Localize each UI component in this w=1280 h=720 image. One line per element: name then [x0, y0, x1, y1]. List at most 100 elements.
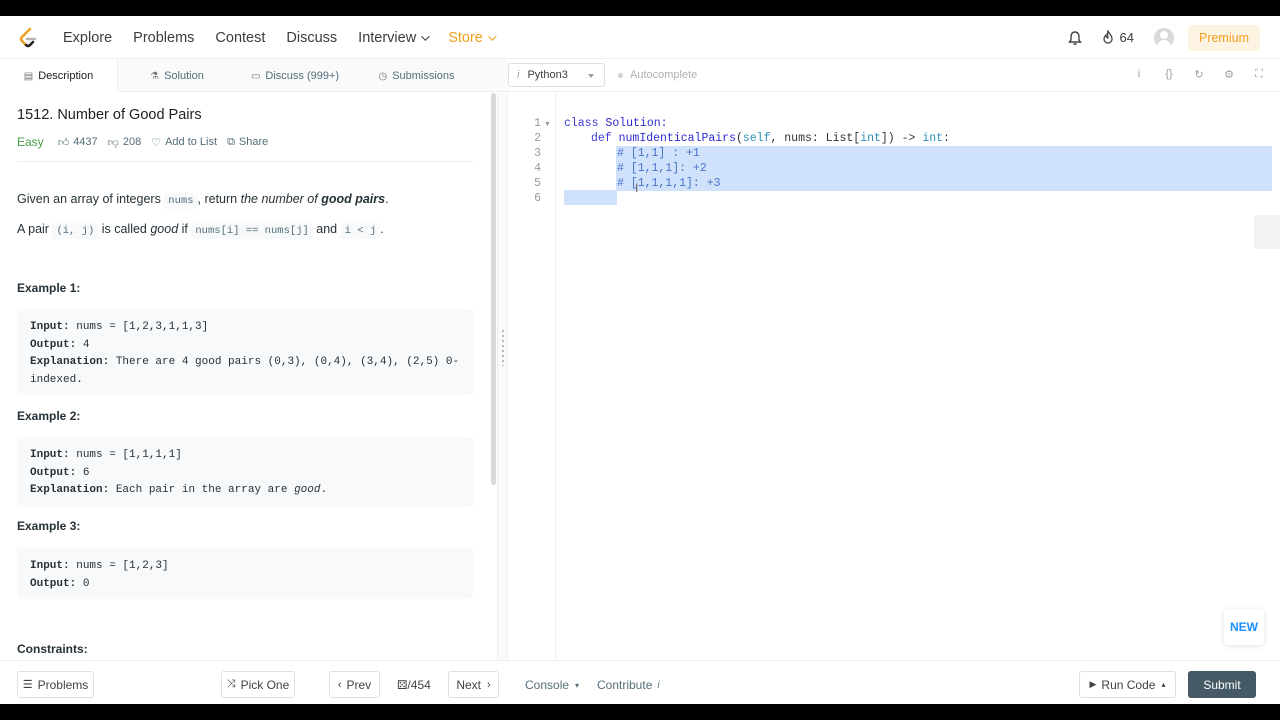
toggle-dot-icon	[618, 72, 623, 78]
example-2-output: Output: 6	[30, 465, 460, 483]
leetcode-logo-icon[interactable]	[18, 27, 38, 49]
bottom-bar: ☰ Problems ⤨ Pick One ‹ Prev ⚄/454 Next › Co…	[0, 660, 1280, 704]
contribute-button[interactable]: Contribute i	[597, 678, 660, 692]
self-param: self	[742, 132, 771, 145]
example-2-heading: Example 2:	[17, 409, 81, 423]
info-icon[interactable]: i	[1132, 68, 1146, 81]
nav-interview[interactable]: Interview	[358, 29, 430, 46]
description-scrollbar[interactable]	[491, 93, 496, 485]
fullscreen-icon[interactable]: ⛶	[1252, 68, 1266, 81]
run-code-button[interactable]: ▶ Run Code ▴	[1079, 671, 1176, 698]
like-button[interactable]: 👍︎ 4437	[58, 136, 98, 149]
example-3-output: Output: 0	[30, 576, 460, 594]
example-1-explanation: Explanation: There are 4 good pairs (0,3…	[30, 354, 460, 372]
strong-emphasis-text: good pairs	[321, 192, 386, 206]
problems-list-button[interactable]: ☰ Problems	[17, 671, 94, 698]
emphasis-text: good	[150, 222, 179, 236]
tab-discuss[interactable]: ▭ Discuss (999+)	[236, 60, 354, 92]
function-name: numIdenticalPairs	[618, 132, 736, 145]
next-button[interactable]: Next ›	[448, 671, 499, 698]
heart-icon: ♡	[151, 136, 162, 149]
tab-description-label: Description	[38, 70, 94, 82]
code-editor[interactable]: 1 ▼ 2 3 4 5 6 class Solution: def numIde…	[508, 93, 1280, 676]
code-line-1: class Solution:	[564, 117, 668, 130]
autocomplete-toggle[interactable]: Autocomplete	[618, 69, 697, 81]
label: Output:	[30, 338, 77, 351]
example-2-explanation: Explanation: Each pair in the array are …	[30, 482, 460, 500]
label: Input:	[30, 321, 70, 333]
fold-arrow-icon[interactable]: ▼	[544, 121, 551, 128]
document-icon: ▤	[23, 70, 34, 82]
nav-store[interactable]: Store	[448, 30, 497, 46]
contribute-label: Contribute	[597, 678, 653, 692]
shuffle-icon: ⤨	[226, 678, 236, 690]
example-3-block: Input: nums = [1,2,3] Output: 0	[17, 548, 473, 599]
language-label: Python3	[527, 69, 568, 81]
line-number: 1	[534, 117, 541, 130]
caret-down-icon	[588, 74, 594, 78]
constraints-heading: Constraints:	[17, 642, 88, 656]
value: There are 4 good pairs (0,3), (0,4), (3,…	[115, 356, 460, 369]
console-label: Console	[525, 678, 570, 692]
tab-submissions[interactable]: ◷ Submissions	[354, 60, 479, 92]
difficulty-badge: Easy	[17, 135, 44, 149]
add-to-list-button[interactable]: ♡ Add to List	[151, 136, 217, 149]
code-text: :	[943, 132, 950, 145]
page-indicator[interactable]: ⚄/454	[397, 678, 431, 692]
code-line-5: # [1,1,1,1]: +3	[617, 177, 721, 190]
new-badge-button[interactable]: NEW	[1224, 609, 1264, 645]
autocomplete-label: Autocomplete	[630, 69, 698, 81]
keyword: class	[564, 117, 599, 130]
pick-one-label: Pick One	[240, 677, 290, 692]
premium-button[interactable]: Premium	[1187, 24, 1260, 51]
divider	[17, 161, 473, 162]
nav-problems[interactable]: Problems	[133, 30, 194, 46]
code-text: , nums: List[	[770, 132, 861, 145]
line-number: 2	[534, 132, 541, 145]
nav-contest[interactable]: Contest	[215, 30, 265, 46]
share-icon: ⧉	[227, 135, 235, 148]
chevron-left-icon: ‹	[337, 678, 342, 691]
code-line-3: # [1,1] : +1	[617, 147, 700, 160]
text: .	[320, 484, 328, 497]
label: Output:	[30, 466, 77, 479]
inline-code: (i, j)	[52, 223, 99, 239]
avatar[interactable]	[1153, 27, 1174, 48]
info-icon: i	[517, 69, 520, 81]
example-2-block: Input: nums = [1,1,1,1] Output: 6 Explan…	[17, 437, 473, 507]
run-code-label: Run Code	[1101, 677, 1156, 692]
emphasis-text: the number of	[240, 192, 322, 206]
label: Input:	[30, 449, 70, 461]
prev-button[interactable]: ‹ Prev	[329, 671, 380, 698]
bell-icon[interactable]	[1067, 30, 1083, 46]
text: is called	[98, 222, 151, 236]
share-button[interactable]: ⧉ Share	[227, 136, 268, 149]
settings-icon[interactable]: ⚙	[1222, 68, 1236, 81]
text: and	[312, 222, 341, 236]
value: Each pair in the array are	[115, 484, 295, 497]
dislike-button[interactable]: 👎︎ 208	[108, 136, 142, 149]
nav-interview-label: Interview	[358, 29, 417, 46]
braces-icon[interactable]: {}	[1162, 68, 1176, 81]
pick-one-button[interactable]: ⤨ Pick One	[221, 671, 295, 698]
side-panel-toggle[interactable]	[1254, 215, 1280, 249]
emphasis-text: good	[294, 484, 321, 497]
submit-button[interactable]: Submit	[1188, 671, 1256, 698]
tab-description[interactable]: ▤ Description	[0, 60, 118, 92]
value: nums = [1,2,3,1,1,3]	[76, 321, 209, 333]
like-count: 4437	[73, 136, 98, 148]
language-select[interactable]: i Python3	[508, 63, 605, 87]
nav-discuss[interactable]: Discuss	[286, 30, 337, 46]
nav-explore[interactable]: Explore	[63, 30, 112, 46]
streak-counter[interactable]: 64	[1101, 30, 1134, 45]
top-navbar: Explore Problems Contest Discuss Intervi…	[0, 16, 1280, 59]
tab-solution[interactable]: ⚗ Solution	[118, 60, 236, 92]
reset-icon[interactable]: ↻	[1192, 68, 1206, 81]
editor-toolbar: i Python3 Autocomplete i {} ↻ ⚙ ⛶	[508, 60, 1280, 92]
example-1-output: Output: 4	[30, 337, 460, 355]
pane-splitter[interactable]	[497, 93, 508, 676]
line-number: 5	[534, 177, 541, 190]
console-button[interactable]: Console ▾	[525, 678, 579, 692]
text: .	[385, 192, 389, 206]
code-line-4: # [1,1,1]: +2	[617, 162, 707, 175]
